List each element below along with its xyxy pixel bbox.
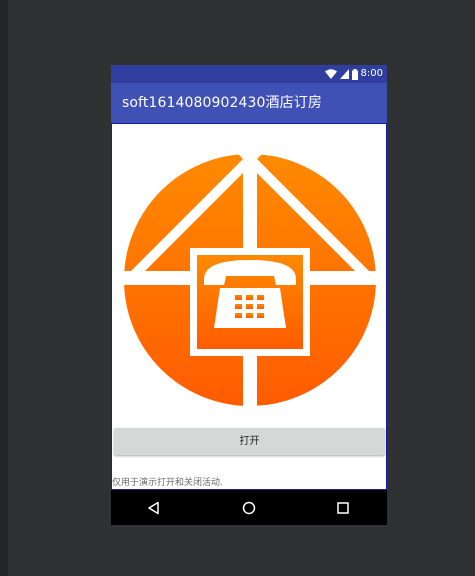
back-icon — [148, 501, 159, 515]
caption-text: 仅用于演示打开和关闭活动. — [112, 478, 223, 488]
app-bar: soft1614080902430酒店订房 — [111, 83, 387, 123]
status-icons: 8:00 — [324, 67, 383, 81]
phone-screen: 8:00 soft1614080902430酒店订房 打开 仅用于演示打开和关闭… — [111, 65, 387, 525]
open-button[interactable]: 打开 — [114, 428, 385, 455]
status-bar: 8:00 — [111, 65, 387, 83]
cell-signal-icon — [339, 69, 349, 79]
status-time: 8:00 — [360, 68, 383, 79]
recents-icon — [337, 502, 349, 514]
home-icon — [242, 501, 256, 515]
left-edge-strip — [0, 0, 8, 576]
back-button[interactable] — [144, 498, 164, 518]
phone-house-logo-icon — [124, 154, 376, 406]
home-button[interactable] — [239, 498, 259, 518]
wifi-icon — [324, 69, 337, 79]
battery-icon — [351, 68, 358, 80]
app-title: soft1614080902430酒店订房 — [122, 95, 322, 111]
navigation-bar — [111, 490, 387, 525]
recents-button[interactable] — [333, 498, 353, 518]
